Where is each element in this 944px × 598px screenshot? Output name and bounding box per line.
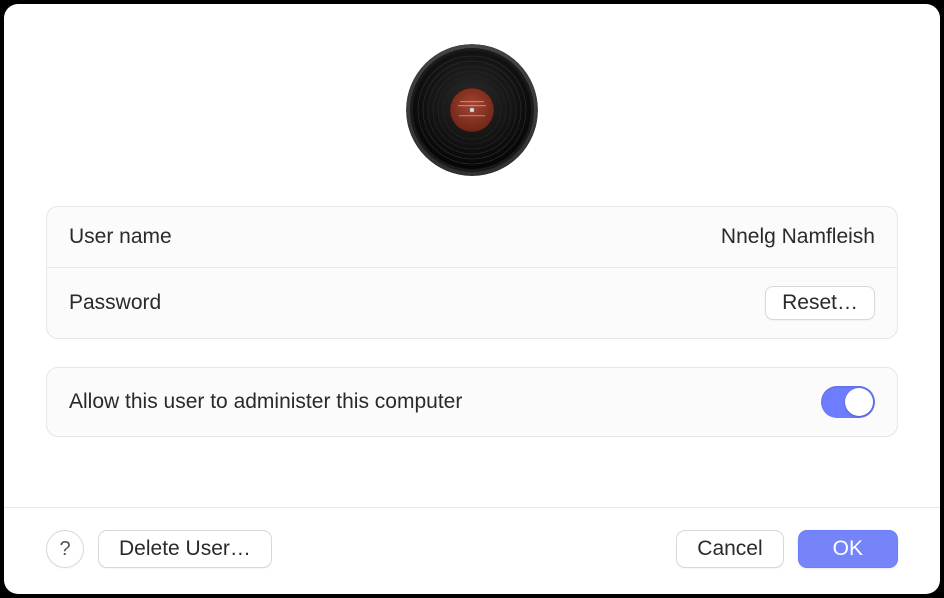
vinyl-record-icon: [406, 44, 538, 176]
admin-label: Allow this user to administer this compu…: [69, 390, 462, 414]
dialog-content: User name Nnelg Namfleish Password Reset…: [4, 4, 940, 507]
cancel-button[interactable]: Cancel: [676, 530, 783, 568]
password-row: Password Reset…: [47, 267, 897, 338]
user-settings-dialog: User name Nnelg Namfleish Password Reset…: [4, 4, 940, 594]
ok-button[interactable]: OK: [798, 530, 898, 568]
admin-row: Allow this user to administer this compu…: [47, 368, 897, 436]
password-label: Password: [69, 291, 161, 315]
username-label: User name: [69, 225, 172, 249]
username-value: Nnelg Namfleish: [721, 225, 875, 249]
user-avatar[interactable]: [406, 44, 538, 176]
admin-section: Allow this user to administer this compu…: [46, 367, 898, 437]
reset-password-button[interactable]: Reset…: [765, 286, 875, 320]
help-icon: ?: [59, 538, 70, 561]
dialog-footer: ? Delete User… Cancel OK: [4, 507, 940, 594]
toggle-knob: [845, 388, 873, 416]
user-info-section: User name Nnelg Namfleish Password Reset…: [46, 206, 898, 339]
help-button[interactable]: ?: [46, 530, 84, 568]
username-row: User name Nnelg Namfleish: [47, 207, 897, 267]
admin-toggle[interactable]: [821, 386, 875, 418]
delete-user-button[interactable]: Delete User…: [98, 530, 272, 568]
